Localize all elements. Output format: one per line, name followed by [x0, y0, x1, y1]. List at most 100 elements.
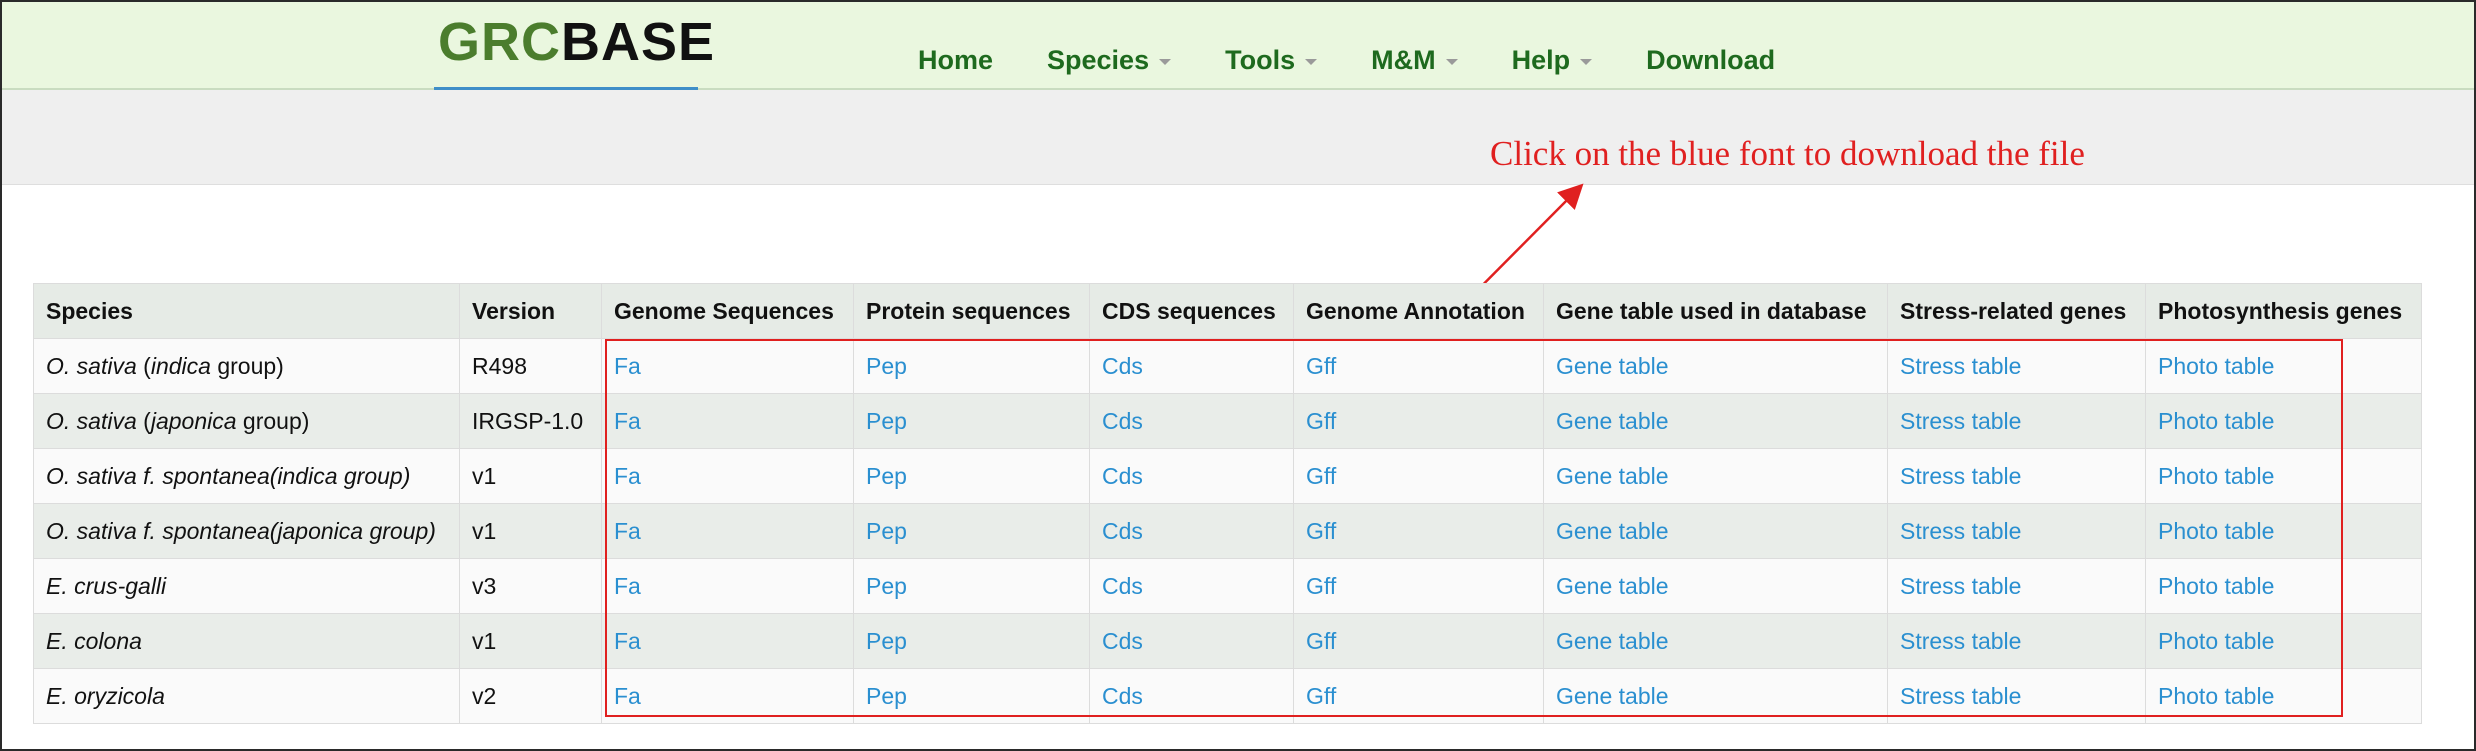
protein-pep-link[interactable]: Pep	[866, 628, 907, 654]
genome-cell: Fa	[601, 338, 854, 394]
stress-cell: Stress table	[1887, 448, 2146, 504]
species-group: japonica	[150, 407, 237, 434]
stress-table-link[interactable]: Stress table	[1900, 628, 2021, 654]
genome-cell: Fa	[601, 668, 854, 724]
gff-link[interactable]: Gff	[1306, 518, 1336, 544]
species-cell: O. sativa (japonica group)	[33, 393, 460, 449]
photo-cell: Photo table	[2145, 448, 2422, 504]
version-cell: R498	[459, 338, 602, 394]
gene-table-link[interactable]: Gene table	[1556, 408, 1669, 434]
protein-pep-link[interactable]: Pep	[866, 353, 907, 379]
cds-link[interactable]: Cds	[1102, 683, 1143, 709]
cds-link[interactable]: Cds	[1102, 463, 1143, 489]
stress-cell: Stress table	[1887, 503, 2146, 559]
stress-cell: Stress table	[1887, 668, 2146, 724]
species-suffix: group)	[210, 352, 284, 379]
cds-link[interactable]: Cds	[1102, 408, 1143, 434]
logo-base: BASE	[561, 12, 716, 72]
stress-table-link[interactable]: Stress table	[1900, 518, 2021, 544]
species-cell: O. sativa (indica group)	[33, 338, 460, 394]
gene-table-link[interactable]: Gene table	[1556, 628, 1669, 654]
gene-table-link[interactable]: Gene table	[1556, 353, 1669, 379]
photo-table-link[interactable]: Photo table	[2158, 518, 2274, 544]
nav-help[interactable]: Help	[1512, 45, 1593, 76]
gff-link[interactable]: Gff	[1306, 628, 1336, 654]
stress-cell: Stress table	[1887, 338, 2146, 394]
nav-tools-label: Tools	[1225, 44, 1296, 75]
version-cell: IRGSP-1.0	[459, 393, 602, 449]
stress-table-link[interactable]: Stress table	[1900, 408, 2021, 434]
cds-cell: Cds	[1089, 558, 1294, 614]
stress-table-link[interactable]: Stress table	[1900, 683, 2021, 709]
header-genome-sequences: Genome Sequences	[601, 283, 854, 339]
protein-pep-link[interactable]: Pep	[866, 463, 907, 489]
gene-table-link[interactable]: Gene table	[1556, 683, 1669, 709]
photo-table-link[interactable]: Photo table	[2158, 408, 2274, 434]
gff-link[interactable]: Gff	[1306, 463, 1336, 489]
nav-species[interactable]: Species	[1047, 45, 1172, 76]
cds-link[interactable]: Cds	[1102, 353, 1143, 379]
photo-table-link[interactable]: Photo table	[2158, 628, 2274, 654]
photo-table-link[interactable]: Photo table	[2158, 573, 2274, 599]
genome-fa-link[interactable]: Fa	[614, 408, 641, 434]
site-logo[interactable]: GRCBASE	[434, 10, 714, 90]
table-row: O. sativa f. spontanea(japonica group) v…	[33, 503, 2422, 559]
genome-fa-link[interactable]: Fa	[614, 463, 641, 489]
species-cell: E. colona	[33, 613, 460, 669]
header-cds-sequences: CDS sequences	[1089, 283, 1294, 339]
header-stress-genes: Stress-related genes	[1887, 283, 2146, 339]
header-photosynthesis-genes: Photosynthesis genes	[2145, 283, 2422, 339]
species-paren: (	[136, 352, 151, 379]
photo-cell: Photo table	[2145, 503, 2422, 559]
annotation-cell: Gff	[1293, 338, 1544, 394]
genome-fa-link[interactable]: Fa	[614, 518, 641, 544]
nav-mm-label: M&M	[1371, 44, 1436, 75]
protein-cell: Pep	[853, 338, 1090, 394]
nav-mm[interactable]: M&M	[1371, 44, 1458, 76]
protein-cell: Pep	[853, 613, 1090, 669]
header-protein-sequences: Protein sequences	[853, 283, 1090, 339]
nav-home[interactable]: Home	[918, 45, 993, 76]
protein-cell: Pep	[853, 558, 1090, 614]
gene-table-link[interactable]: Gene table	[1556, 518, 1669, 544]
photo-table-link[interactable]: Photo table	[2158, 353, 2274, 379]
cds-link[interactable]: Cds	[1102, 518, 1143, 544]
gff-link[interactable]: Gff	[1306, 573, 1336, 599]
cds-cell: Cds	[1089, 503, 1294, 559]
nav-download-label: Download	[1646, 44, 1776, 75]
gene-table-cell: Gene table	[1543, 613, 1888, 669]
genome-fa-link[interactable]: Fa	[614, 628, 641, 654]
top-navbar: GRCBASE Home Species Tools M&M Help Down…	[2, 2, 2474, 90]
annotation-cell: Gff	[1293, 503, 1544, 559]
stress-table-link[interactable]: Stress table	[1900, 353, 2021, 379]
gff-link[interactable]: Gff	[1306, 353, 1336, 379]
genome-fa-link[interactable]: Fa	[614, 683, 641, 709]
gene-table-link[interactable]: Gene table	[1556, 463, 1669, 489]
cds-link[interactable]: Cds	[1102, 628, 1143, 654]
nav-download[interactable]: Download	[1646, 45, 1775, 76]
protein-pep-link[interactable]: Pep	[866, 573, 907, 599]
protein-pep-link[interactable]: Pep	[866, 683, 907, 709]
chevron-down-icon	[1445, 59, 1458, 65]
stress-table-link[interactable]: Stress table	[1900, 573, 2021, 599]
gene-table-cell: Gene table	[1543, 558, 1888, 614]
nav-home-label: Home	[918, 44, 994, 75]
protein-pep-link[interactable]: Pep	[866, 518, 907, 544]
gff-link[interactable]: Gff	[1306, 408, 1336, 434]
genome-fa-link[interactable]: Fa	[614, 573, 641, 599]
protein-pep-link[interactable]: Pep	[866, 408, 907, 434]
header-species: Species	[33, 283, 460, 339]
gene-table-link[interactable]: Gene table	[1556, 573, 1669, 599]
species-cell: E. oryzicola	[33, 668, 460, 724]
cds-cell: Cds	[1089, 613, 1294, 669]
photo-table-link[interactable]: Photo table	[2158, 683, 2274, 709]
photo-table-link[interactable]: Photo table	[2158, 463, 2274, 489]
nav-tools[interactable]: Tools	[1225, 44, 1318, 76]
stress-table-link[interactable]: Stress table	[1900, 463, 2021, 489]
cds-link[interactable]: Cds	[1102, 573, 1143, 599]
genome-fa-link[interactable]: Fa	[614, 353, 641, 379]
table-row: E. oryzicola v2 Fa Pep Cds Gff Gene tabl…	[33, 668, 2422, 724]
gff-link[interactable]: Gff	[1306, 683, 1336, 709]
version-cell: v1	[459, 448, 602, 504]
photo-cell: Photo table	[2145, 558, 2422, 614]
